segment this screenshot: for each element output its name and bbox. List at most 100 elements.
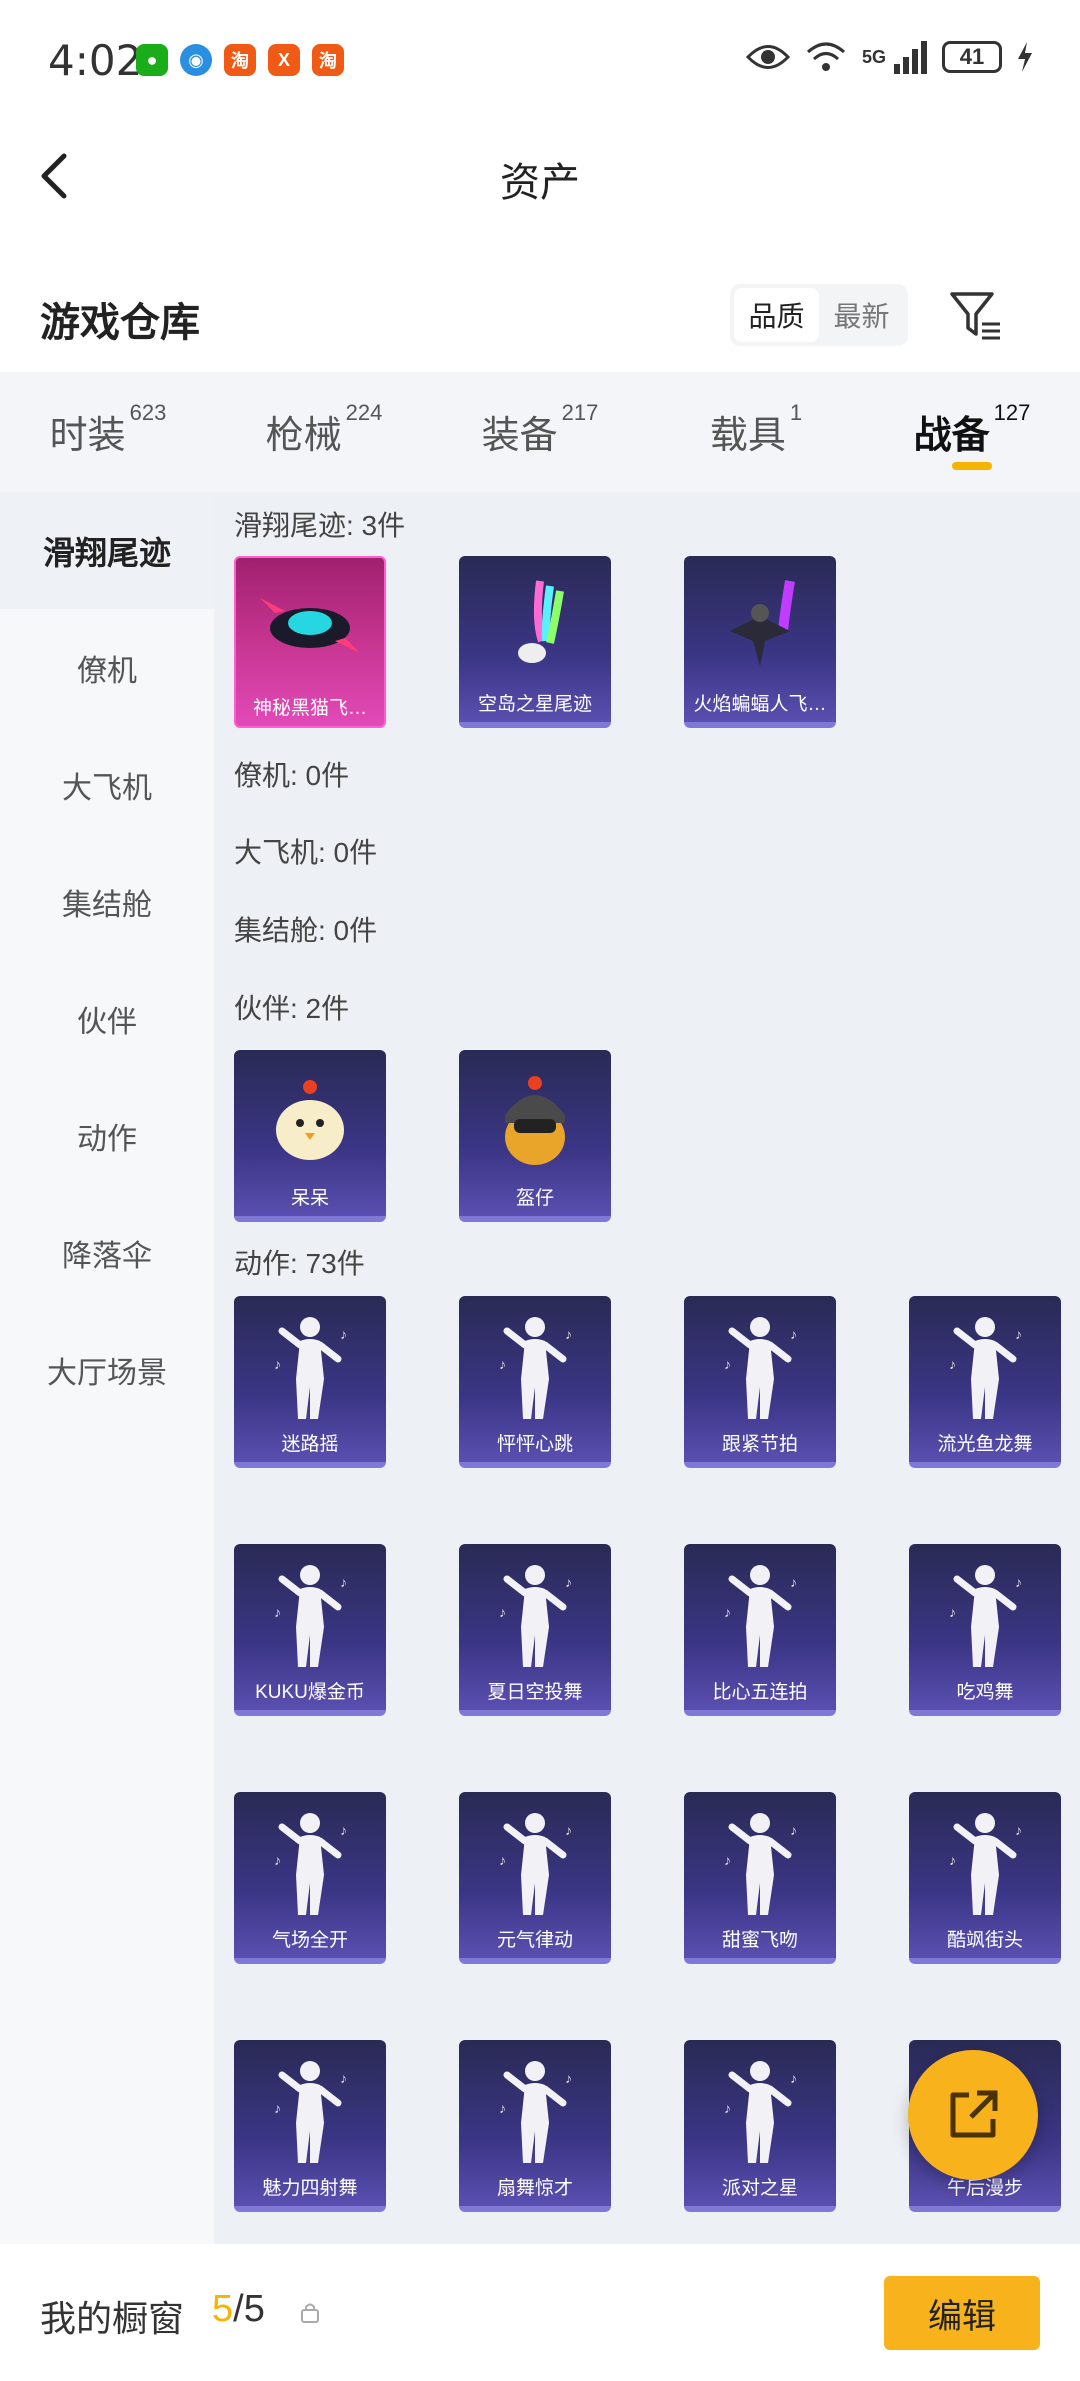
showcase-label: 我的橱窗 xyxy=(40,2298,185,2339)
svg-text:♪: ♪ xyxy=(274,1356,281,1372)
sidebar-item-lobby-scene[interactable]: 大厅场景 xyxy=(0,1311,214,1428)
tab-count: 127 xyxy=(993,400,1031,425)
tab-battle-prep[interactable]: 战备 127 xyxy=(864,372,1080,492)
sidebar-item-glide-trail[interactable]: 滑翔尾迹 xyxy=(0,492,214,609)
item-label: 甜蜜飞吻 xyxy=(721,1930,798,1951)
svg-text:♪: ♪ xyxy=(499,1356,506,1372)
warehouse-header: 游戏仓库 品质 最新 xyxy=(0,270,1080,370)
item-label: 派对之星 xyxy=(721,2178,798,2199)
svg-text:♪: ♪ xyxy=(1015,1822,1022,1838)
item-label: 火焰蝙蝠人飞… xyxy=(693,694,827,715)
black-cat-glider-icon xyxy=(236,568,384,688)
dancer-silhouette-icon: ♪♪ xyxy=(459,2050,611,2170)
filter-icon[interactable] xyxy=(948,288,1004,344)
wifi-icon xyxy=(806,42,845,71)
dancer-silhouette-icon: ♪♪ xyxy=(459,1306,611,1426)
item-card[interactable]: 呆呆 xyxy=(234,1050,386,1222)
item-list: 滑翔尾迹: 3件 神秘黑猫飞… 空岛之星尾迹 火焰蝙蝠人飞… 僚机: 0件 大飞… xyxy=(214,492,1080,2244)
item-label: 流光鱼龙舞 xyxy=(937,1434,1033,1455)
item-card[interactable]: ♪ ♪ 派对之星 xyxy=(684,2040,836,2212)
svg-text:♪: ♪ xyxy=(1015,1326,1022,1342)
edit-button[interactable]: 编辑 xyxy=(884,2276,1040,2350)
item-card[interactable]: ♪ ♪ 比心五连拍 xyxy=(684,1544,836,1716)
item-card[interactable]: ♪ ♪ 跟紧节拍 xyxy=(684,1296,836,1468)
item-label: 魅力四射舞 xyxy=(262,2178,358,2199)
network-type: 5G xyxy=(861,46,886,67)
item-card[interactable]: ♪ ♪ 气场全开 xyxy=(234,1792,386,1964)
tab-count: 623 xyxy=(129,400,167,425)
taobao-icon-2: 淘 xyxy=(312,44,344,76)
item-card[interactable]: 盔仔 xyxy=(459,1050,611,1222)
item-card[interactable]: ♪ ♪ 甜蜜飞吻 xyxy=(684,1792,836,1964)
sort-quality-button[interactable]: 品质 xyxy=(734,288,819,342)
item-label: 比心五连拍 xyxy=(712,1682,808,1703)
svg-text:♪: ♪ xyxy=(340,1574,347,1590)
item-card[interactable]: ♪ ♪ KUKU爆金币 xyxy=(234,1544,386,1716)
item-card[interactable]: 火焰蝙蝠人飞… xyxy=(684,556,836,728)
item-card[interactable]: ♪ ♪ 元气律动 xyxy=(459,1792,611,1964)
item-label: KUKU爆金币 xyxy=(255,1682,365,1703)
svg-text:♪: ♪ xyxy=(499,1852,506,1868)
item-card[interactable]: ♪ ♪ 夏日空投舞 xyxy=(459,1544,611,1716)
dancer-silhouette-icon: ♪♪ xyxy=(684,1306,836,1426)
dancer-silhouette-icon: ♪♪ xyxy=(684,1554,836,1674)
item-label: 呆呆 xyxy=(290,1188,329,1209)
battery-icon: 41 xyxy=(942,41,1002,73)
showcase-used: 5 xyxy=(212,2288,234,2330)
dancer-silhouette-icon: ♪♪ xyxy=(684,2050,836,2170)
tab-guns[interactable]: 枪械 224 xyxy=(216,372,432,492)
section-title-big-plane: 大飞机: 0件 xyxy=(234,837,378,868)
tab-label: 战备 xyxy=(913,415,990,457)
nav-bar: 资产 xyxy=(0,120,1080,230)
tab-equipment[interactable]: 装备 217 xyxy=(432,372,648,492)
item-card[interactable]: ♪ ♪ 魅力四射舞 xyxy=(234,2040,386,2212)
page-title: 资产 xyxy=(500,161,580,205)
item-card[interactable]: ♪ ♪ 扇舞惊才 xyxy=(459,2040,611,2212)
signal-icon xyxy=(894,41,927,74)
item-label: 怦怦心跳 xyxy=(496,1434,573,1455)
sort-toggle: 品质 最新 xyxy=(730,284,908,346)
item-card[interactable]: ♪ ♪ 酷飒街头 xyxy=(909,1792,1061,1964)
dancer-silhouette-icon: ♪♪ xyxy=(909,1306,1061,1426)
app-icon: X xyxy=(268,44,300,76)
svg-text:♪: ♪ xyxy=(949,1356,956,1372)
sidebar-item-big-plane[interactable]: 大飞机 xyxy=(0,726,214,843)
item-card[interactable]: ♪ ♪ 吃鸡舞 xyxy=(909,1544,1061,1716)
item-label: 元气律动 xyxy=(496,1930,573,1951)
item-card[interactable]: ♪ ♪ 怦怦心跳 xyxy=(459,1296,611,1468)
bottom-bar: 我的橱窗 5/5 编辑 xyxy=(0,2244,1080,2381)
tab-label: 枪械 xyxy=(265,415,342,457)
sidebar-item-emote[interactable]: 动作 xyxy=(0,1077,214,1194)
sidebar-item-wingman[interactable]: 僚机 xyxy=(0,609,214,726)
item-card[interactable]: 神秘黑猫飞… xyxy=(234,556,386,728)
sort-newest-button[interactable]: 最新 xyxy=(819,288,904,342)
item-card[interactable]: ♪ ♪ 流光鱼龙舞 xyxy=(909,1296,1061,1468)
status-bar: 4:02 ● ◉ 淘 X 淘 5G 41 xyxy=(0,0,1080,120)
svg-text:♪: ♪ xyxy=(724,2100,731,2116)
svg-text:♪: ♪ xyxy=(790,1574,797,1590)
svg-text:♪: ♪ xyxy=(790,1326,797,1342)
category-tabs: 时装 623 枪械 224 装备 217 载具 1 战备 127 xyxy=(0,372,1080,492)
external-link-icon xyxy=(950,2090,998,2138)
svg-text:♪: ♪ xyxy=(499,2100,506,2116)
dancer-silhouette-icon: ♪♪ xyxy=(684,1802,836,1922)
dancer-silhouette-icon: ♪♪ xyxy=(234,1802,386,1922)
section-title-trail: 滑翔尾迹: 3件 xyxy=(234,510,406,541)
sidebar-item-assembly-pod[interactable]: 集结舱 xyxy=(0,843,214,960)
sidebar-item-parachute[interactable]: 降落伞 xyxy=(0,1194,214,1311)
sidebar-item-partner[interactable]: 伙伴 xyxy=(0,960,214,1077)
section-title-partner: 伙伴: 2件 xyxy=(234,993,350,1024)
fire-batman-glider-icon xyxy=(684,566,836,686)
svg-text:♪: ♪ xyxy=(724,1852,731,1868)
item-label: 气场全开 xyxy=(271,1930,348,1951)
showcase-total: /5 xyxy=(233,2288,265,2330)
tab-fashion[interactable]: 时装 623 xyxy=(0,372,216,492)
svg-text:♪: ♪ xyxy=(499,1604,506,1620)
dancer-silhouette-icon: ♪♪ xyxy=(459,1554,611,1674)
svg-text:♪: ♪ xyxy=(949,1604,956,1620)
sky-island-trail-icon xyxy=(459,566,611,686)
item-card[interactable]: ♪ ♪ 迷路摇 xyxy=(234,1296,386,1468)
tab-vehicles[interactable]: 载具 1 xyxy=(648,372,864,492)
share-button[interactable] xyxy=(908,2050,1038,2180)
item-card[interactable]: 空岛之星尾迹 xyxy=(459,556,611,728)
